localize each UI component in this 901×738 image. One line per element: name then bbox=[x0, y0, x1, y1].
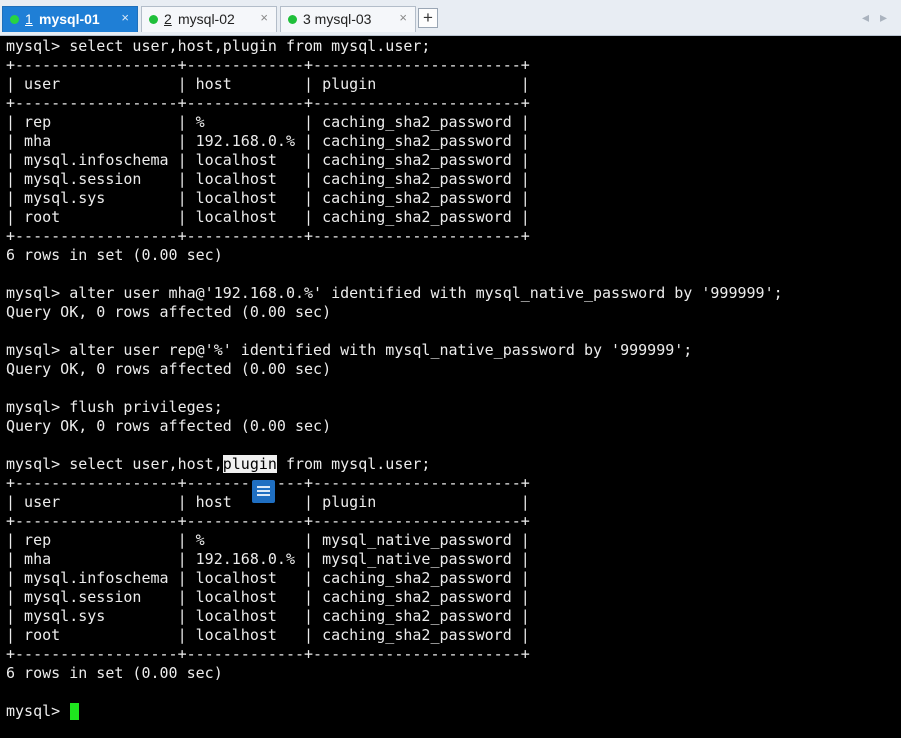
terminal-line: | mysql.sys | localhost | caching_sha2_p… bbox=[6, 607, 530, 625]
command-text: mysql> select user,host, bbox=[6, 455, 223, 473]
terminal-line: | root | localhost | caching_sha2_passwo… bbox=[6, 208, 530, 226]
terminal-line: Query OK, 0 rows affected (0.00 sec) bbox=[6, 417, 332, 435]
terminal-line: | mha | 192.168.0.% | mysql_native_passw… bbox=[6, 550, 530, 568]
tab-label: mysql-02 bbox=[178, 11, 235, 27]
connected-status-icon bbox=[10, 15, 19, 24]
tab-mysql-01[interactable]: 1 mysql-01 × bbox=[2, 6, 138, 32]
terminal-line: | mysql.infoschema | localhost | caching… bbox=[6, 151, 530, 169]
terminal-line: | rep | % | mysql_native_password | bbox=[6, 531, 530, 549]
terminal-line: | mysql.session | localhost | caching_sh… bbox=[6, 170, 530, 188]
terminal-line: +------------------+-------------+------… bbox=[6, 94, 530, 112]
terminal-line: 6 rows in set (0.00 sec) bbox=[6, 246, 223, 264]
close-tab-icon[interactable]: × bbox=[121, 10, 129, 25]
terminal-line: +------------------+-------------+------… bbox=[6, 512, 530, 530]
tab-label: 3 mysql-03 bbox=[303, 11, 372, 27]
terminal-output[interactable]: mysql> select user,host,plugin from mysq… bbox=[0, 36, 901, 738]
notes-icon[interactable] bbox=[252, 480, 275, 503]
terminal-line: | mysql.infoschema | localhost | caching… bbox=[6, 569, 530, 587]
terminal-line: 6 rows in set (0.00 sec) bbox=[6, 664, 223, 682]
command-text: from mysql.user; bbox=[276, 455, 431, 473]
terminal-line: Query OK, 0 rows affected (0.00 sec) bbox=[6, 303, 332, 321]
tab-number: 1 bbox=[25, 11, 33, 27]
terminal-line-with-selection: mysql> select user,host,plugin from mysq… bbox=[6, 455, 430, 474]
terminal-line: mysql> flush privileges; bbox=[6, 398, 223, 416]
terminal-line: | mysql.sys | localhost | caching_sha2_p… bbox=[6, 189, 530, 207]
terminal-line: | mha | 192.168.0.% | caching_sha2_passw… bbox=[6, 132, 530, 150]
terminal-prompt: mysql> bbox=[6, 702, 70, 720]
terminal-line: mysql> select user,host,plugin from mysq… bbox=[6, 37, 431, 55]
connected-status-icon bbox=[149, 15, 158, 24]
text-cursor bbox=[70, 703, 79, 720]
scroll-tabs-right-icon[interactable]: ▸ bbox=[880, 9, 887, 26]
terminal-line: Query OK, 0 rows affected (0.00 sec) bbox=[6, 360, 332, 378]
tab-mysql-03[interactable]: 3 mysql-03 × bbox=[280, 6, 416, 32]
scroll-tabs-left-icon[interactable]: ◂ bbox=[862, 9, 869, 26]
close-tab-icon[interactable]: × bbox=[399, 10, 407, 25]
terminal-line: mysql> alter user mha@'192.168.0.%' iden… bbox=[6, 284, 783, 302]
terminal-line: mysql> alter user rep@'%' identified wit… bbox=[6, 341, 693, 359]
terminal-line: +------------------+-------------+------… bbox=[6, 645, 530, 663]
terminal-line: +------------------+-------------+------… bbox=[6, 227, 530, 245]
tab-label: mysql-01 bbox=[39, 11, 100, 27]
tab-mysql-02[interactable]: 2 mysql-02 × bbox=[141, 6, 277, 32]
terminal-line: | user | host | plugin | bbox=[6, 75, 530, 93]
selected-text[interactable]: plugin bbox=[222, 455, 277, 473]
terminal-line: +------------------+-------------+------… bbox=[6, 56, 530, 74]
terminal-line: | mysql.session | localhost | caching_sh… bbox=[6, 588, 530, 606]
connected-status-icon bbox=[288, 15, 297, 24]
tab-bar: 1 mysql-01 × 2 mysql-02 × 3 mysql-03 × +… bbox=[0, 0, 901, 36]
terminal-line: | rep | % | caching_sha2_password | bbox=[6, 113, 530, 131]
terminal-line: | root | localhost | caching_sha2_passwo… bbox=[6, 626, 530, 644]
tab-number: 2 bbox=[164, 11, 172, 27]
close-tab-icon[interactable]: × bbox=[260, 10, 268, 25]
add-tab-button[interactable]: + bbox=[418, 8, 438, 28]
